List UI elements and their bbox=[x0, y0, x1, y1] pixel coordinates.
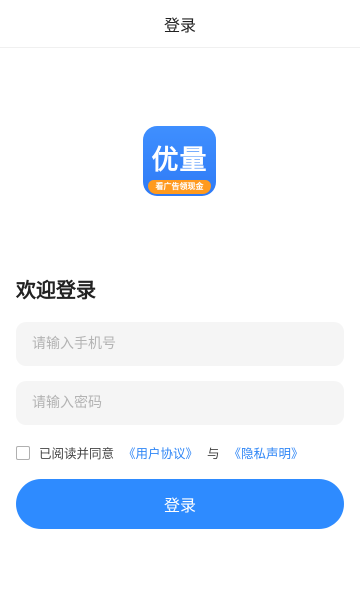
phone-input[interactable] bbox=[16, 322, 344, 366]
agreement-checkbox[interactable] bbox=[16, 445, 30, 460]
logo-text: 优量 bbox=[151, 145, 208, 176]
agreement-conjunction: 与 bbox=[207, 446, 220, 461]
app-logo: 优量 看广告领现金 bbox=[143, 126, 216, 196]
welcome-heading: 欢迎登录 bbox=[16, 278, 96, 302]
login-screen: 登录 优量 看广告领现金 欢迎登录 已阅读并同意 《用户协议》 与 《隐私声明》… bbox=[0, 0, 360, 600]
password-input[interactable] bbox=[16, 381, 344, 425]
privacy-policy-link[interactable]: 《隐私声明》 bbox=[229, 443, 304, 462]
login-button[interactable]: 登录 bbox=[16, 479, 344, 529]
agreement-prefix: 已阅读并同意 bbox=[39, 446, 115, 461]
agreement-row: 已阅读并同意 《用户协议》 与 《隐私声明》 bbox=[16, 443, 304, 462]
user-agreement-link[interactable]: 《用户协议》 bbox=[123, 443, 198, 462]
nav-bar: 登录 bbox=[0, 0, 360, 48]
logo-ribbon: 看广告领现金 bbox=[148, 180, 211, 194]
page-title: 登录 bbox=[163, 15, 196, 35]
